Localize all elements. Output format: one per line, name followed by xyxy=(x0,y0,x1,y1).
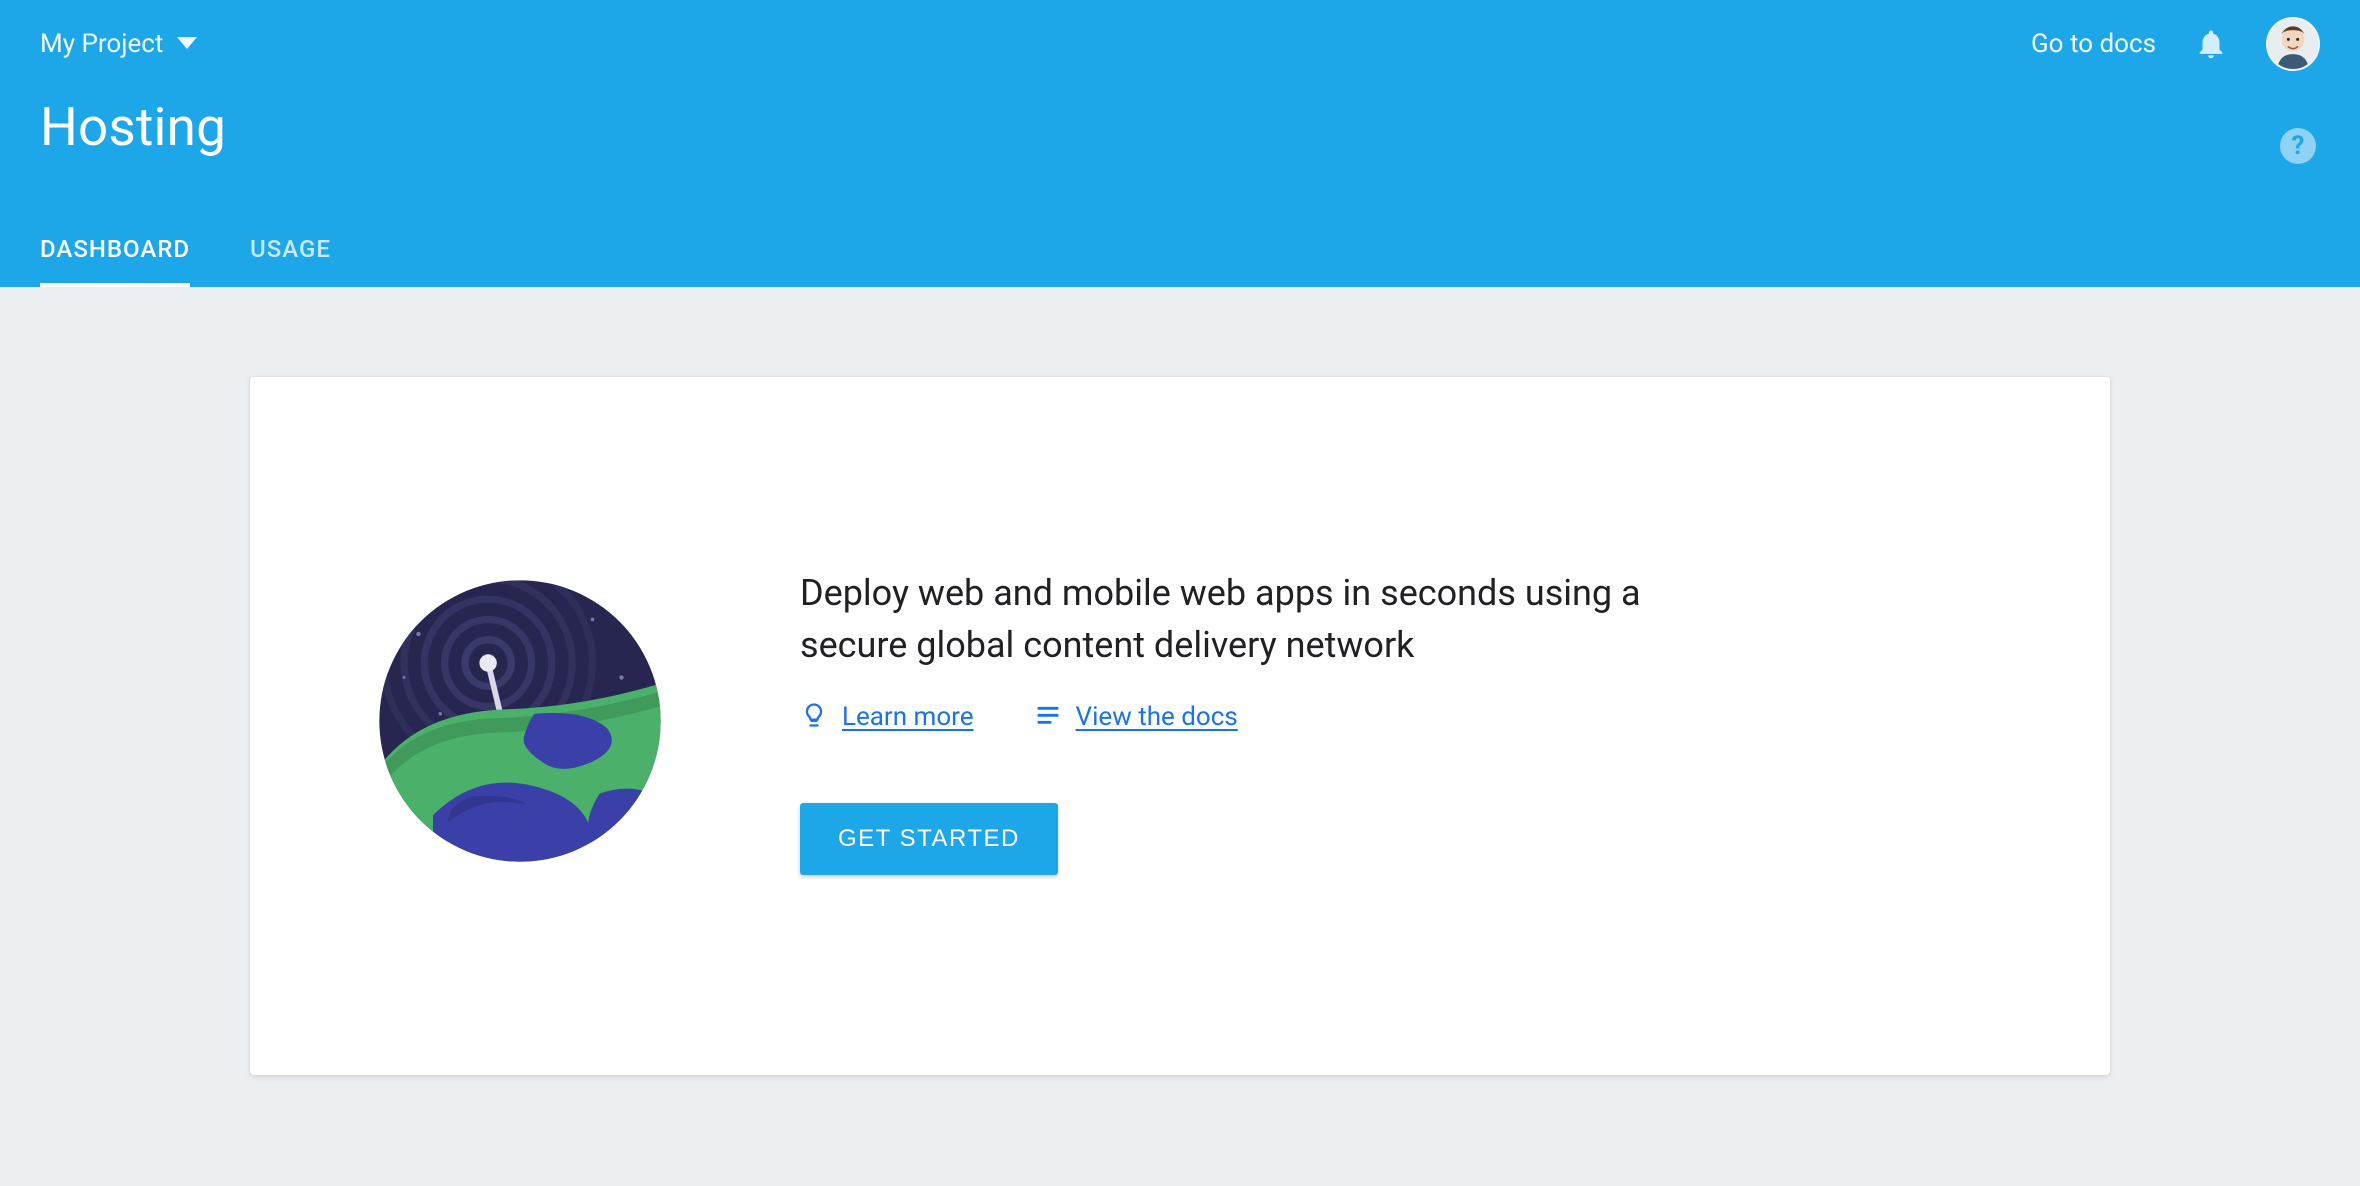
tab-dashboard[interactable]: DASHBOARD xyxy=(40,235,190,287)
go-to-docs-link[interactable]: Go to docs xyxy=(2031,29,2156,59)
view-docs-link[interactable]: View the docs xyxy=(1034,701,1238,733)
content-area: Deploy web and mobile web apps in second… xyxy=(0,287,2360,1165)
project-name: My Project xyxy=(40,29,163,59)
bell-icon[interactable] xyxy=(2194,27,2228,61)
header: My Project Go to docs xyxy=(0,0,2360,287)
card-headline: Deploy web and mobile web apps in second… xyxy=(800,567,1700,671)
card-links: Learn more View the docs xyxy=(800,701,1990,733)
topbar-right: Go to docs xyxy=(2031,17,2320,71)
project-selector[interactable]: My Project xyxy=(40,29,197,59)
intro-card: Deploy web and mobile web apps in second… xyxy=(250,377,2110,1075)
view-docs-label: View the docs xyxy=(1076,702,1238,732)
learn-more-label: Learn more xyxy=(842,702,974,732)
list-icon xyxy=(1034,701,1062,733)
card-body: Deploy web and mobile web apps in second… xyxy=(800,567,1990,875)
chevron-down-icon xyxy=(177,37,197,51)
lightbulb-icon xyxy=(800,701,828,733)
topbar: My Project Go to docs xyxy=(40,0,2320,88)
page-title: Hosting xyxy=(40,96,2320,158)
tabs: DASHBOARD USAGE xyxy=(40,235,331,287)
help-icon[interactable]: ? xyxy=(2280,128,2316,164)
learn-more-link[interactable]: Learn more xyxy=(800,701,974,733)
user-avatar[interactable] xyxy=(2266,17,2320,71)
get-started-button[interactable]: GET STARTED xyxy=(800,803,1058,875)
globe-illustration xyxy=(370,576,670,866)
tab-usage[interactable]: USAGE xyxy=(250,235,331,287)
